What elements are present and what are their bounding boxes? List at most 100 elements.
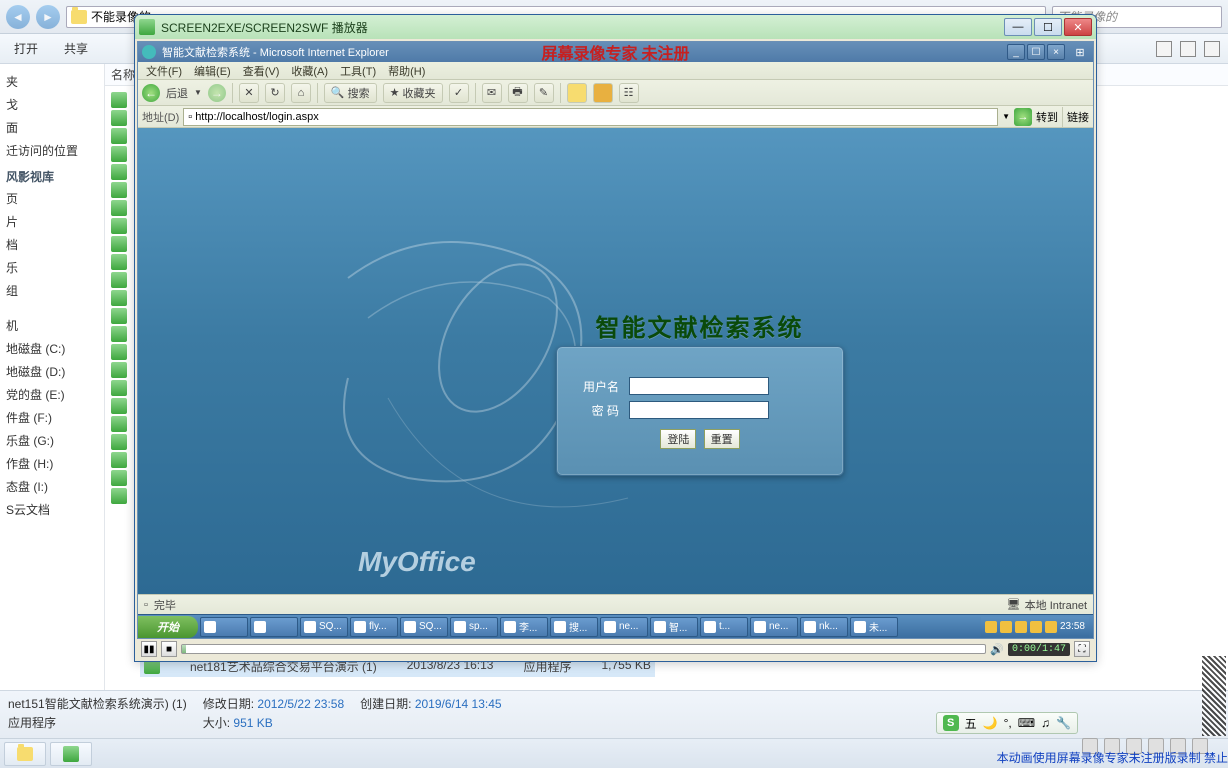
sidebar-item[interactable]: 夹 [4, 70, 100, 93]
tray-icon[interactable] [1045, 621, 1057, 633]
ie-titlebar[interactable]: 智能文献检索系统 - Microsoft Internet Explorer 屏… [138, 42, 1093, 62]
sidebar-item[interactable]: 戈 [4, 93, 100, 116]
file-icon [111, 416, 127, 432]
taskbar-item[interactable]: sp... [450, 617, 498, 637]
sidebar-item[interactable]: 面 [4, 116, 100, 139]
sidebar-item[interactable]: 作盘 (H:) [4, 452, 100, 475]
share-button[interactable]: 共享 [58, 37, 94, 60]
taskbar-item[interactable]: SQ... [400, 617, 448, 637]
folder-icon[interactable] [567, 83, 587, 103]
search-button[interactable]: 🔍搜索 [324, 83, 377, 103]
taskbar-item[interactable]: fly... [350, 617, 398, 637]
ime-bar[interactable]: S 五 🌙 °, ⌨ ♫ 🔧 [936, 712, 1078, 734]
taskbar-item[interactable]: 智... [650, 617, 698, 637]
address-input[interactable]: ▫ http://localhost/login.aspx [183, 108, 998, 126]
username-input[interactable] [629, 377, 769, 395]
taskbar-item[interactable] [250, 617, 298, 637]
menu-tools[interactable]: 工具(T) [334, 61, 382, 81]
back-icon[interactable]: ← [142, 84, 160, 102]
fullscreen-button[interactable]: ⛶ [1074, 641, 1090, 657]
stop-icon[interactable]: ✕ [239, 83, 259, 103]
progress-slider[interactable] [181, 644, 986, 654]
back-button[interactable]: ◄ [6, 5, 30, 29]
ime-keyboard-icon[interactable]: ⌨ [1018, 716, 1035, 730]
refresh-icon[interactable]: ↻ [265, 83, 285, 103]
ie-close-button[interactable]: × [1047, 44, 1065, 60]
sidebar-item[interactable]: 件盘 (F:) [4, 406, 100, 429]
links-label[interactable]: 链接 [1067, 109, 1089, 125]
play-pause-button[interactable]: ▮▮ [141, 641, 157, 657]
favorites-button[interactable]: ★收藏夹 [383, 83, 443, 103]
forward-icon[interactable]: → [208, 84, 226, 102]
sidebar-item[interactable]: 组 [4, 279, 100, 302]
tool-icon[interactable]: ☷ [619, 83, 639, 103]
menu-favorites[interactable]: 收藏(A) [285, 61, 334, 81]
go-label[interactable]: 转到 [1036, 109, 1058, 125]
taskbar-item[interactable] [200, 617, 248, 637]
taskbar-item[interactable]: t... [700, 617, 748, 637]
home-icon[interactable]: ⌂ [291, 83, 311, 103]
sidebar-item[interactable]: 态盘 (I:) [4, 475, 100, 498]
taskbar-button[interactable] [4, 742, 46, 766]
mail-icon[interactable]: ✉ [482, 83, 502, 103]
stop-button[interactable]: ■ [161, 641, 177, 657]
ie-minimize-button[interactable]: _ [1007, 44, 1025, 60]
edit-icon[interactable]: ✎ [534, 83, 554, 103]
ime-mode[interactable]: 五 [965, 715, 977, 732]
sidebar-item[interactable]: 党的盘 (E:) [4, 383, 100, 406]
go-button[interactable]: → [1014, 108, 1032, 126]
open-button[interactable]: 打开 [8, 37, 44, 60]
sidebar-item[interactable]: 档 [4, 233, 100, 256]
forward-button[interactable]: ► [36, 5, 60, 29]
print-icon[interactable]: 🖶 [508, 83, 528, 103]
minimize-button[interactable]: — [1004, 18, 1032, 36]
zone-text: 本地 Intranet [1025, 597, 1087, 613]
sidebar-item[interactable]: 地磁盘 (C:) [4, 337, 100, 360]
sidebar-item[interactable]: 地磁盘 (D:) [4, 360, 100, 383]
qr-code [1202, 656, 1226, 736]
taskbar-item[interactable]: SQ... [300, 617, 348, 637]
taskbar-button[interactable] [50, 742, 92, 766]
app-icon [304, 621, 316, 633]
taskbar-item[interactable]: ne... [750, 617, 798, 637]
help-icon[interactable] [1204, 41, 1220, 57]
view-icon[interactable] [1180, 41, 1196, 57]
taskbar-item[interactable]: 李... [500, 617, 548, 637]
sidebar-item[interactable]: S云文档 [4, 498, 100, 521]
sidebar-item[interactable]: 片 [4, 210, 100, 233]
taskbar-item[interactable]: 搜... [550, 617, 598, 637]
ime-settings-icon[interactable]: 🔧 [1056, 716, 1071, 730]
start-button[interactable]: 开始 [138, 616, 198, 638]
login-button[interactable]: 登陆 [660, 429, 696, 449]
sidebar-item[interactable]: 迁访问的位置 [4, 139, 100, 162]
menu-file[interactable]: 文件(F) [140, 61, 188, 81]
maximize-button[interactable]: ☐ [1034, 18, 1062, 36]
menu-help[interactable]: 帮助(H) [382, 61, 431, 81]
close-button[interactable]: ✕ [1064, 18, 1092, 36]
volume-icon[interactable]: 🔊 [990, 643, 1004, 656]
history-icon[interactable]: ✓ [449, 83, 469, 103]
view-icon[interactable] [1156, 41, 1172, 57]
sidebar-item[interactable]: 页 [4, 187, 100, 210]
taskbar-item[interactable]: ne... [600, 617, 648, 637]
ime-icon[interactable]: ♫ [1041, 716, 1050, 730]
player-titlebar[interactable]: SCREEN2EXE/SCREEN2SWF 播放器 — ☐ ✕ [135, 15, 1096, 39]
sidebar-item[interactable]: 机 [4, 314, 100, 337]
sidebar-item[interactable]: 乐 [4, 256, 100, 279]
taskbar-item[interactable]: 未... [850, 617, 898, 637]
reset-button[interactable]: 重置 [704, 429, 740, 449]
ime-icon[interactable]: °, [1004, 716, 1012, 730]
folder-icon[interactable] [593, 83, 613, 103]
tray-icon[interactable] [1030, 621, 1042, 633]
ime-icon[interactable]: 🌙 [983, 716, 998, 730]
password-input[interactable] [629, 401, 769, 419]
taskbar-item[interactable]: nk... [800, 617, 848, 637]
back-label[interactable]: 后退 [166, 85, 188, 101]
tray-icon[interactable] [1000, 621, 1012, 633]
ie-maximize-button[interactable]: ☐ [1027, 44, 1045, 60]
tray-icon[interactable] [985, 621, 997, 633]
sidebar-item[interactable]: 乐盘 (G:) [4, 429, 100, 452]
tray-icon[interactable] [1015, 621, 1027, 633]
menu-view[interactable]: 查看(V) [237, 61, 286, 81]
menu-edit[interactable]: 编辑(E) [188, 61, 237, 81]
